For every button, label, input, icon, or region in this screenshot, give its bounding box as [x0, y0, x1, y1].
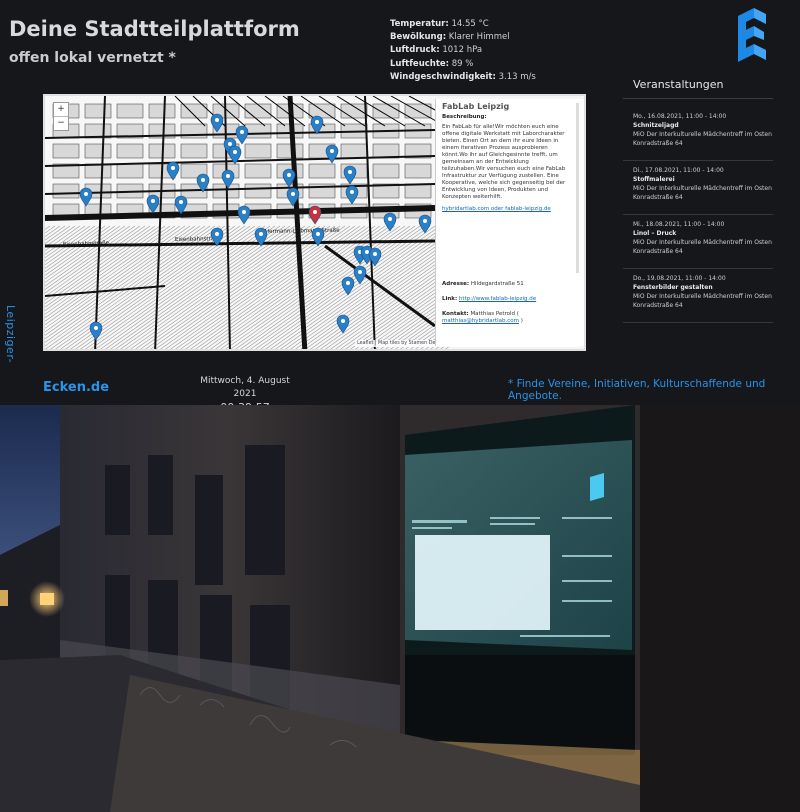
events-heading: Veranstaltungen: [633, 78, 724, 91]
map-marker-dot: [365, 250, 369, 254]
storefront-photo: [0, 405, 800, 812]
popup-description: Ein FabLab für alle!Wir möchten euch ein…: [442, 124, 566, 200]
event-date: Mo., 16.08.2021, 11:00 - 14:00: [633, 113, 727, 120]
map-marker-dot: [226, 174, 230, 178]
weather-row: Windgeschwindigkeit: 3.13 m/s: [390, 71, 536, 82]
popup-description-label: Beschreibung:: [442, 114, 487, 120]
event-item[interactable]: Do., 19.08.2021, 11:00 - 14:00 Fensterbi…: [623, 271, 773, 323]
brand-name: Ecken.de: [43, 380, 110, 395]
popup-contact: Kontakt: Matthias Petrold (matthias@hybr…: [442, 311, 523, 324]
display-screen: Deine Stadtteilplattform offen lokal ver…: [0, 0, 800, 414]
map-marker-dot: [350, 190, 354, 194]
tagline: * Finde Vereine, Initiativen, Kulturscha…: [508, 378, 766, 402]
event-item[interactable]: Mo., 16.08.2021, 11:00 - 14:00 Schnitzel…: [623, 109, 773, 161]
popup-email-link[interactable]: matthias@hybridartlab.com: [442, 318, 519, 324]
event-title: Fensterbilder gestalten: [633, 284, 713, 291]
map-marker-dot: [346, 281, 350, 285]
map-marker-dot: [341, 319, 345, 323]
event-street: Konradstraße 64: [633, 248, 683, 255]
event-title: Schnitzeljagd: [633, 122, 679, 129]
e-logo-icon: [738, 8, 766, 62]
side-label: Leipziger-: [4, 305, 17, 364]
map-marker-dot: [179, 200, 183, 204]
map-view[interactable]: + − Eisenbahnstraße Eisenbahnstraße Herman…: [43, 94, 586, 351]
event-date: Do., 19.08.2021, 11:00 - 14:00: [633, 275, 726, 282]
zoom-in-button[interactable]: +: [54, 103, 68, 116]
map-marker-dot: [423, 219, 427, 223]
map-marker-dot: [201, 178, 205, 182]
weather-row: Temperatur: 14.55 °C: [390, 19, 489, 29]
event-date: Di., 17.08.2021, 11:00 - 14:00: [633, 167, 724, 174]
map-marker-dot: [259, 232, 263, 236]
map-marker-dot: [240, 130, 244, 134]
divider: [623, 98, 773, 99]
page-title: Deine Stadtteilplattform: [9, 17, 300, 41]
event-place: MiO Der Interkulturelle Mädchentreff im …: [633, 239, 772, 246]
event-place: MiO Der Interkulturelle Mädchentreff im …: [633, 131, 772, 138]
event-street: Konradstraße 64: [633, 140, 683, 147]
event-date: Mi., 18.08.2021, 11:00 - 14:00: [633, 221, 725, 228]
event-title: Linol – Druck: [633, 230, 677, 237]
map-marker-dot: [315, 120, 319, 124]
weather-panel: Temperatur: 14.55 °C Bewölkung: Klarer H…: [390, 18, 536, 84]
event-street: Konradstraße 64: [633, 194, 683, 201]
popup-website-link[interactable]: http://www.fablab-leipzig.de: [459, 296, 536, 302]
map-marker-dot: [228, 142, 232, 146]
map-marker-dot: [215, 118, 219, 122]
map-marker-dot: [358, 270, 362, 274]
event-street: Konradstraße 64: [633, 302, 683, 309]
map-marker-dot: [171, 166, 175, 170]
zoom-out-button[interactable]: −: [54, 116, 68, 130]
event-place: MiO Der Interkulturelle Mädchentreff im …: [633, 293, 772, 300]
event-item[interactable]: Mi., 18.08.2021, 11:00 - 14:00 Linol – D…: [623, 217, 773, 269]
map-marker-dot: [151, 199, 155, 203]
map-marker-dot: [388, 217, 392, 221]
map-marker-dot: [215, 232, 219, 236]
event-item[interactable]: Di., 17.08.2021, 11:00 - 14:00 Stoffmale…: [623, 163, 773, 215]
map-marker-dot: [316, 232, 320, 236]
popup-description-link[interactable]: hybridartlab.com oder fablab-leipzig.de: [442, 206, 572, 213]
map-marker-dot: [373, 252, 377, 256]
events-panel: Veranstaltungen Mo., 16.08.2021, 11:00 -…: [623, 78, 773, 325]
zoom-control: + −: [53, 102, 69, 131]
map-marker-dot: [94, 326, 98, 330]
popup-title: FabLab Leipzig: [442, 103, 510, 111]
map-marker-dot: [313, 210, 317, 214]
map-popup[interactable]: FabLab Leipzig Beschreibung: Ein FabLab …: [435, 99, 584, 346]
map-marker-dot: [287, 173, 291, 177]
weather-row: Bewölkung: Klarer Himmel: [390, 32, 510, 43]
event-place: MiO Der Interkulturelle Mädchentreff im …: [633, 185, 772, 192]
event-title: Stoffmalerei: [633, 176, 675, 183]
map-marker-dot: [330, 149, 334, 153]
map-marker-dot: [84, 192, 88, 196]
map-marker-dot: [291, 192, 295, 196]
weather-row: Luftdruck: 1012 hPa: [390, 45, 483, 56]
popup-scroll-area[interactable]: FabLab Leipzig Beschreibung: Ein FabLab …: [442, 103, 579, 273]
map-marker-dot: [233, 150, 237, 154]
page-subtitle: offen lokal vernetzt *: [9, 50, 176, 66]
map-marker-dot: [242, 210, 246, 214]
current-date: Mittwoch, 4. August 2021: [200, 376, 290, 399]
weather-row: Luftfeuchte: 89 %: [390, 58, 474, 69]
map-marker-dot: [348, 170, 352, 174]
popup-link-row: Link: http://www.fablab-leipzig.de: [442, 296, 537, 302]
popup-address: Adresse: Hildegardstraße 51: [442, 281, 524, 287]
